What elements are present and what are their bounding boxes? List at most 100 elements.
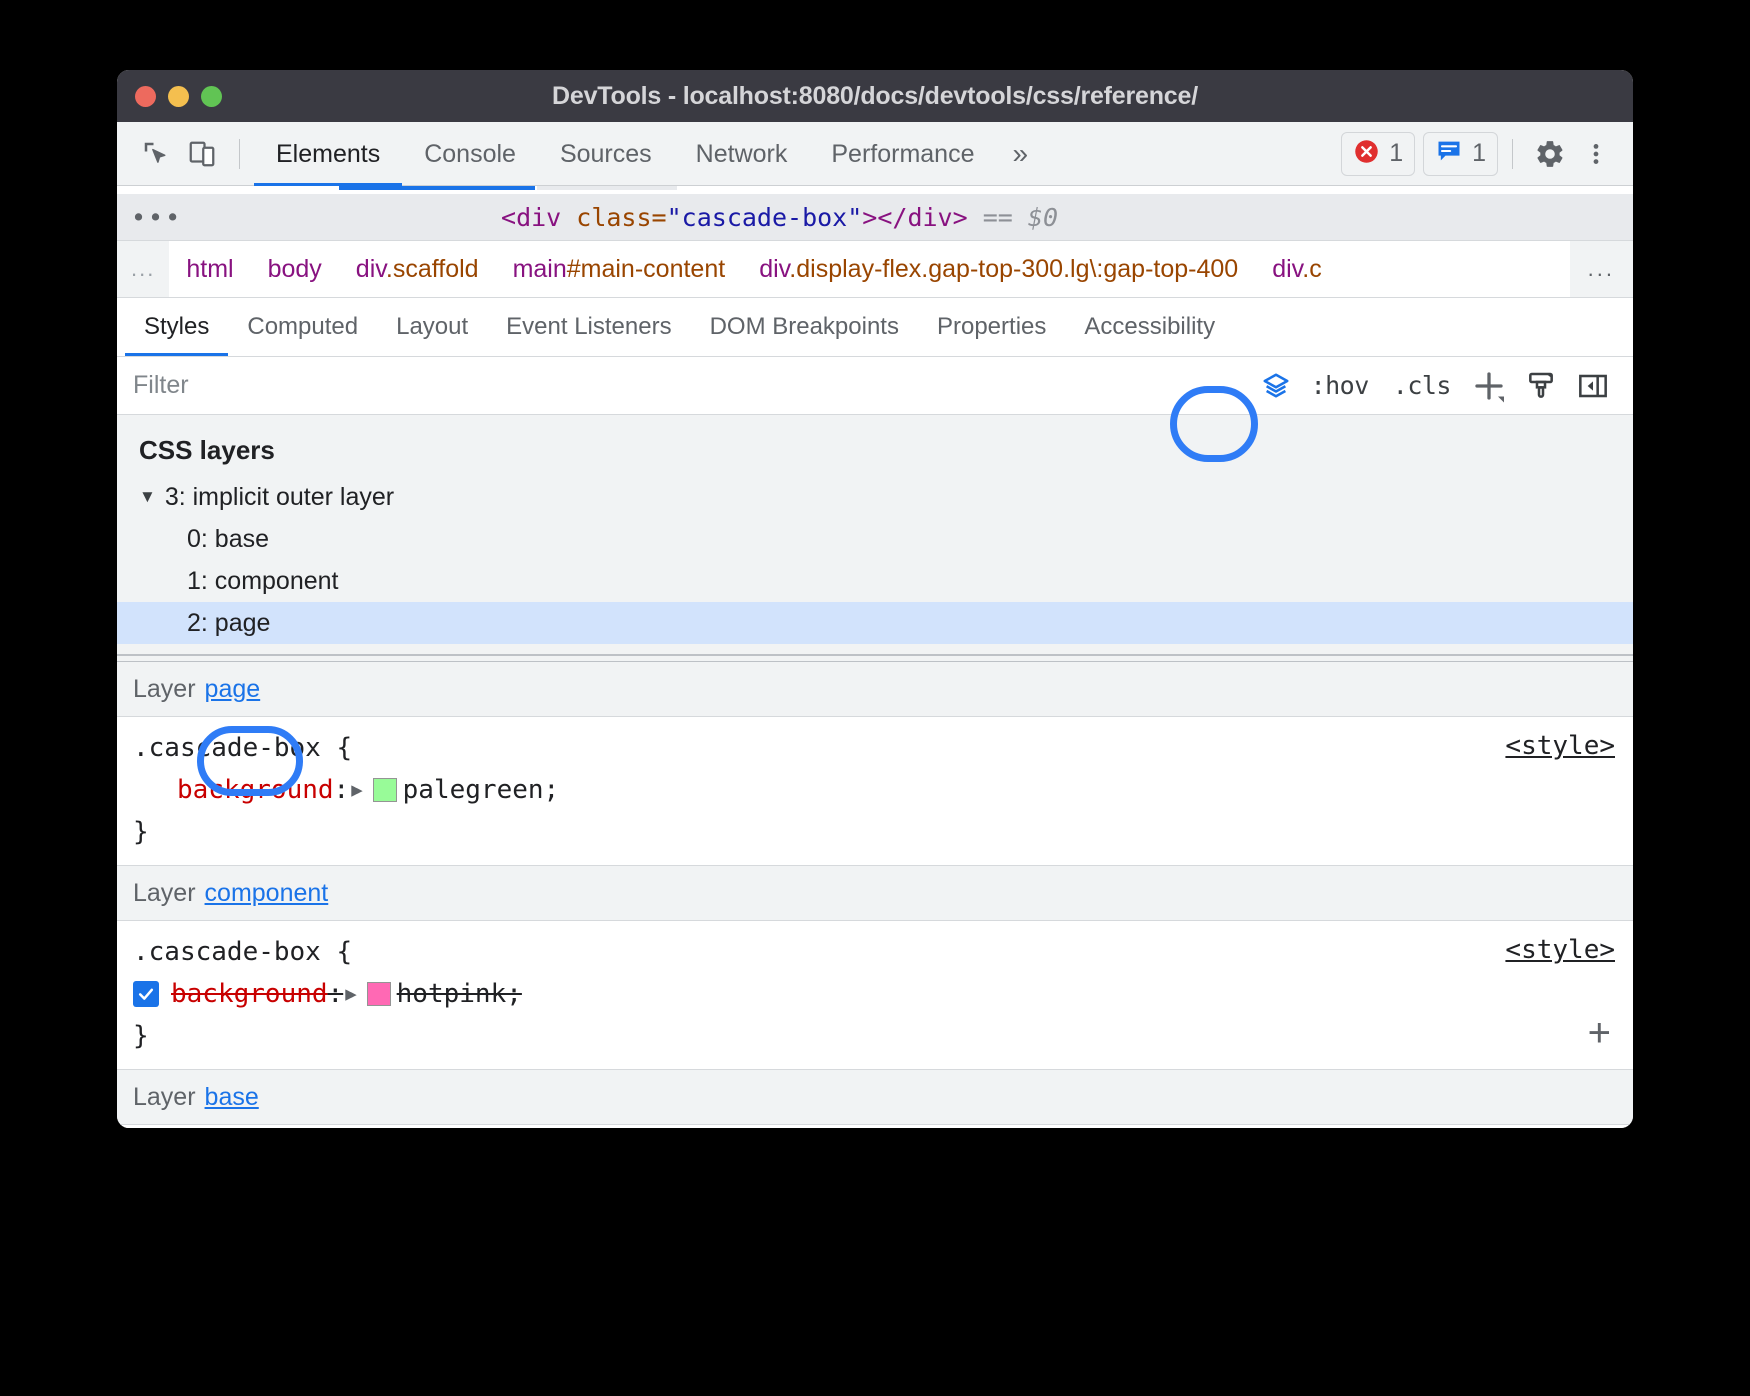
breadcrumb-sub: .c [1302, 255, 1321, 283]
message-count-badge[interactable]: 1 [1423, 132, 1498, 176]
layer-header-page: Layer page [117, 662, 1633, 717]
css-colon: : [334, 775, 350, 805]
dom-tree-clipped-row [117, 186, 1633, 194]
expand-shorthand-icon[interactable]: ▶ [345, 983, 356, 1005]
filter-input[interactable]: Filter [133, 371, 1253, 400]
stylesheet-origin-link[interactable]: <style> [1505, 731, 1615, 761]
toggle-element-state-button[interactable]: :hov [1299, 371, 1381, 400]
layer-tree-label: 1: component [187, 567, 339, 596]
inspect-cursor-icon[interactable] [133, 131, 179, 177]
tab-network[interactable]: Network [674, 122, 810, 186]
kebab-menu-icon[interactable] [1573, 131, 1619, 177]
dom-dollar-zero: $0 [1028, 203, 1058, 232]
error-circle-icon [1353, 138, 1380, 170]
breadcrumb-item-html[interactable]: html [169, 255, 250, 284]
breadcrumb-item-display-flex[interactable]: div.display-flex.gap-top-300.lg\:gap-top… [742, 255, 1255, 284]
breadcrumb-item-body[interactable]: body [251, 255, 339, 284]
expand-shorthand-icon[interactable]: ▶ [351, 779, 362, 801]
tab-elements[interactable]: Elements [254, 122, 402, 186]
css-layers-title: CSS layers [117, 415, 1633, 476]
layer-header-component: Layer component [117, 866, 1633, 921]
stylesheet-origin-link[interactable]: <style> [1505, 935, 1615, 965]
selected-dom-node-row[interactable]: ••• <div class="cascade-box"></div> == $… [117, 194, 1633, 241]
css-declaration[interactable]: background:▶ hotpink; [117, 973, 1633, 1015]
plus-icon[interactable] [1463, 364, 1515, 408]
breadcrumb-item-cascade-box[interactable]: div.c [1255, 255, 1339, 284]
breadcrumb-overflow-right[interactable]: ... [1570, 241, 1633, 297]
css-layers-icon[interactable] [1253, 366, 1299, 406]
tab-event-listeners[interactable]: Event Listeners [487, 298, 690, 356]
css-rule-base: <style> .cascade-box { background:▶rebec… [117, 1125, 1633, 1128]
breadcrumb-tag: main [513, 255, 567, 283]
dom-tree-ellipsis[interactable]: ••• [117, 203, 182, 232]
css-selector[interactable]: .cascade-box { [117, 727, 1633, 769]
close-window-button[interactable] [135, 86, 156, 107]
tab-computed[interactable]: Computed [228, 298, 377, 356]
toggle-class-button[interactable]: .cls [1381, 371, 1463, 400]
css-selector[interactable]: .cascade-box { [117, 931, 1633, 973]
color-swatch[interactable] [373, 778, 397, 802]
toggle-sidebar-icon[interactable] [1567, 364, 1619, 408]
dom-close-tag: </div> [877, 203, 967, 232]
breadcrumb-item-div-scaffold[interactable]: div.scaffold [339, 255, 496, 284]
tab-properties[interactable]: Properties [918, 298, 1065, 356]
layer-tree-node-implicit-outer[interactable]: ▼ 3: implicit outer layer [117, 476, 1633, 518]
tab-console[interactable]: Console [402, 122, 538, 186]
devtools-window: DevTools - localhost:8080/docs/devtools/… [117, 70, 1633, 1128]
tab-performance[interactable]: Performance [809, 122, 996, 186]
breadcrumb-sub: #main-content [567, 255, 725, 283]
layer-link-page[interactable]: page [205, 675, 261, 704]
panel-resizer[interactable] [117, 655, 1633, 662]
styles-filter-toolbar: Filter :hov .cls [117, 357, 1633, 415]
add-declaration-plus-icon[interactable]: + [1588, 1013, 1611, 1053]
css-rule-close-brace: } [117, 811, 1633, 853]
layer-prefix-label: Layer [133, 879, 196, 908]
layer-header-base: Layer base [117, 1070, 1633, 1125]
dom-tag-name: div [516, 203, 561, 232]
breadcrumb-tag: div [759, 255, 789, 283]
declaration-checkbox[interactable] [133, 981, 159, 1007]
layer-link-component[interactable]: component [205, 879, 329, 908]
tab-accessibility[interactable]: Accessibility [1065, 298, 1234, 356]
layer-tree-label: 2: page [187, 609, 270, 638]
css-rule-page: <style> .cascade-box { background:▶ paleg… [117, 717, 1633, 866]
layer-tree-node-page[interactable]: 2: page [117, 602, 1633, 644]
layer-link-base[interactable]: base [205, 1083, 259, 1112]
breadcrumb-item-main-content[interactable]: main#main-content [496, 255, 743, 284]
css-property-name[interactable]: background [177, 775, 334, 805]
tab-styles[interactable]: Styles [125, 298, 228, 356]
dom-attr-name: class [576, 203, 651, 232]
css-rule-close-brace: } [117, 1015, 1633, 1057]
maximize-window-button[interactable] [201, 86, 222, 107]
gear-icon[interactable] [1527, 131, 1573, 177]
layer-tree-label: 3: implicit outer layer [165, 483, 394, 512]
breadcrumb-sub: .scaffold [386, 255, 479, 283]
color-swatch[interactable] [367, 982, 391, 1006]
chevron-down-icon[interactable]: ▼ [139, 487, 156, 507]
layer-tree-node-base[interactable]: 0: base [117, 518, 1633, 560]
traffic-lights[interactable] [135, 70, 222, 122]
layer-tree-node-component[interactable]: 1: component [117, 560, 1633, 602]
error-count-badge[interactable]: 1 [1341, 132, 1415, 176]
layer-prefix-label: Layer [133, 675, 196, 704]
css-colon: : [328, 979, 344, 1009]
paint-brush-icon[interactable] [1515, 364, 1567, 408]
message-count: 1 [1472, 139, 1486, 168]
minimize-window-button[interactable] [168, 86, 189, 107]
device-toolbar-icon[interactable] [179, 131, 225, 177]
tab-layout[interactable]: Layout [377, 298, 487, 356]
css-property-name[interactable]: background [171, 979, 328, 1009]
more-tabs-icon[interactable]: » [996, 140, 1044, 168]
tab-sources[interactable]: Sources [538, 122, 674, 186]
css-property-value[interactable]: hotpink; [397, 979, 522, 1009]
breadcrumb-overflow-left[interactable]: ... [117, 241, 169, 297]
dom-eq-marker: == [983, 203, 1013, 232]
breadcrumb-tag: div [356, 255, 386, 283]
window-title: DevTools - localhost:8080/docs/devtools/… [552, 82, 1198, 111]
tab-dom-breakpoints[interactable]: DOM Breakpoints [691, 298, 918, 356]
css-property-value[interactable]: palegreen; [403, 775, 560, 805]
screenshot-root: DevTools - localhost:8080/docs/devtools/… [0, 0, 1750, 1396]
panel-tabs: Elements Console Sources Network Perform… [254, 122, 996, 186]
window-titlebar: DevTools - localhost:8080/docs/devtools/… [117, 70, 1633, 122]
css-declaration[interactable]: background:▶ palegreen; [117, 769, 1633, 811]
